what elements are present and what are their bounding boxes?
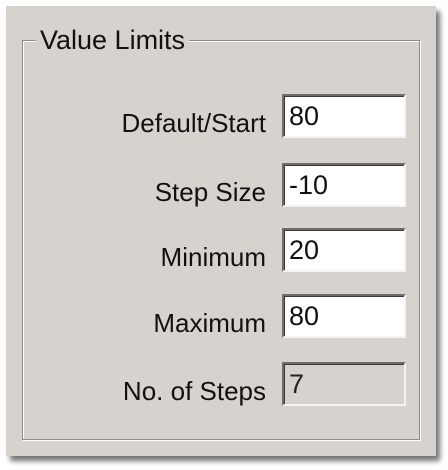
- step-size-label: Step Size: [154, 177, 266, 207]
- groupbox-title: Value Limits: [36, 24, 190, 56]
- maximum-label: Maximum: [153, 308, 266, 338]
- maximum-field[interactable]: [282, 294, 406, 338]
- num-steps-field: [282, 362, 406, 406]
- step-size-field[interactable]: [282, 163, 406, 207]
- minimum-label: Minimum: [160, 242, 266, 272]
- default-start-field[interactable]: [282, 94, 406, 138]
- default-start-label: Default/Start: [121, 108, 266, 138]
- minimum-field[interactable]: [282, 228, 406, 272]
- value-limits-panel: Value Limits Default/Start Step Size Min…: [6, 6, 436, 456]
- num-steps-label: No. of Steps: [122, 376, 266, 406]
